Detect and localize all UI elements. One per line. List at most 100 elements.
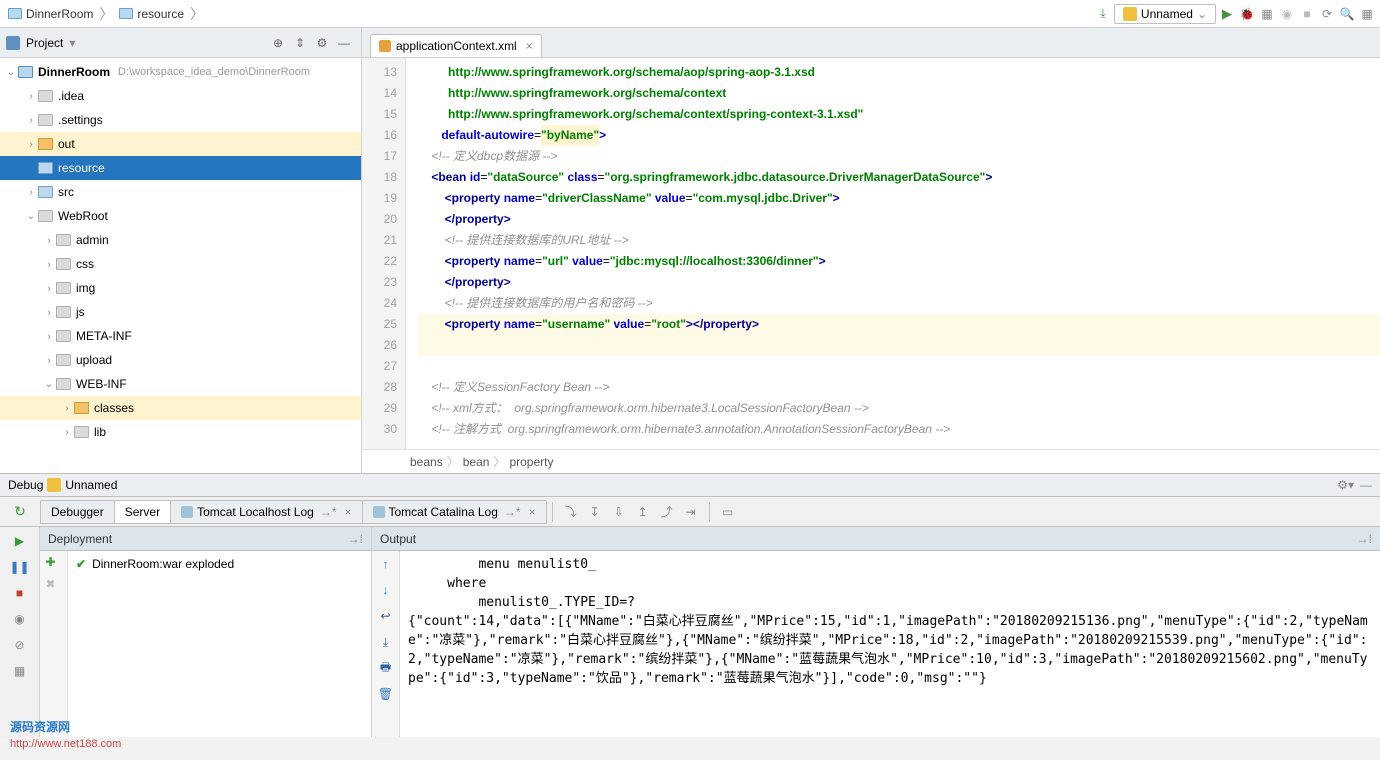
target-icon[interactable]: ⊕ [269, 34, 287, 52]
deployment-item[interactable]: ✔ DinnerRoom:war exploded [72, 555, 367, 573]
xml-file-icon [379, 40, 391, 52]
project-panel: Project ▾ ⊕ ⇕ ⚙ — ⌄ DinnerRoom D:\worksp… [0, 28, 362, 473]
editor-tabs: applicationContext.xml × [362, 28, 1380, 58]
resume-icon[interactable]: ▶ [10, 531, 30, 551]
scroll-down-icon[interactable]: ↓ [377, 581, 395, 599]
deployment-panel: Deployment →⁞ ✚ ✖ ✔ DinnerRoom:war explo… [40, 527, 372, 737]
evaluate-icon[interactable]: ▭ [718, 502, 738, 522]
check-icon: ✔ [76, 557, 86, 571]
undeploy-icon[interactable]: ✖ [46, 577, 62, 593]
tree-item[interactable]: ›js [0, 300, 361, 324]
step-out-icon[interactable]: ↥ [633, 502, 653, 522]
clear-icon[interactable]: 🗑 [377, 685, 395, 703]
tomcat-icon [1123, 7, 1137, 21]
debug-tab-row: ↻ Debugger Server Tomcat Localhost Log→*… [0, 497, 1380, 527]
deployment-tools: ✚ ✖ [40, 551, 68, 737]
step-into-icon[interactable]: ↧ [585, 502, 605, 522]
stop-icon[interactable]: ■ [1298, 5, 1316, 23]
project-icon [6, 36, 20, 50]
debug-header: Debug Unnamed ⚙▾ — [0, 473, 1380, 497]
project-panel-header: Project ▾ ⊕ ⇕ ⚙ — [0, 28, 361, 58]
console-output[interactable]: menu menulist0_ where menulist0_.TYPE_ID… [400, 551, 1380, 737]
pin-icon[interactable]: →⁞ [1357, 532, 1372, 546]
editor: applicationContext.xml × 131415161718192… [362, 28, 1380, 473]
tree-item[interactable]: ›lib [0, 420, 361, 444]
tree-item[interactable]: ›.idea [0, 84, 361, 108]
run-config-label: Unnamed [1141, 7, 1193, 21]
view-breakpoints-icon[interactable]: ◉ [10, 609, 30, 629]
tree-item[interactable]: ›css [0, 252, 361, 276]
editor-tab[interactable]: applicationContext.xml × [370, 34, 542, 57]
drop-frame-icon[interactable]: ⤴ [657, 502, 677, 522]
gutter: 131415161718192021222324252627282930 [362, 58, 406, 449]
profile-icon[interactable]: ◉ [1278, 5, 1296, 23]
log-icon [181, 506, 193, 518]
tab-debugger[interactable]: Debugger [40, 500, 115, 524]
step-over-icon[interactable]: ⤵ [561, 502, 581, 522]
tree-item[interactable]: ›out [0, 132, 361, 156]
pause-icon[interactable]: ❚❚ [10, 557, 30, 577]
gear-icon[interactable]: ⚙▾ [1337, 478, 1354, 492]
chevron-down-icon[interactable]: ▾ [69, 36, 75, 50]
run-icon[interactable]: ▶ [1218, 5, 1236, 23]
update-icon[interactable]: ⟳ [1318, 5, 1336, 23]
soft-wrap-icon[interactable]: ↩ [377, 607, 395, 625]
tree-item[interactable]: ›META-INF [0, 324, 361, 348]
collapse-icon[interactable]: ⇕ [291, 34, 309, 52]
project-tree[interactable]: ⌄ DinnerRoom D:\workspace_idea_demo\Dinn… [0, 58, 361, 473]
coverage-icon[interactable]: ▦ [1258, 5, 1276, 23]
tree-item[interactable]: ⌄WebRoot [0, 204, 361, 228]
print-icon[interactable]: 🖶 [377, 659, 395, 677]
breadcrumb-folder[interactable]: resource [115, 7, 188, 21]
code-editor[interactable]: 131415161718192021222324252627282930 htt… [362, 58, 1380, 449]
close-icon[interactable]: × [529, 505, 536, 519]
scroll-to-end-icon[interactable]: ⤓ [377, 633, 395, 651]
tree-item[interactable]: ›classes [0, 396, 361, 420]
hide-icon[interactable]: — [335, 34, 353, 52]
tree-root[interactable]: ⌄ DinnerRoom D:\workspace_idea_demo\Dinn… [0, 60, 361, 84]
output-panel: Output →⁞ ↑ ↓ ↩ ⤓ 🖶 🗑 menu menulist0_ wh… [372, 527, 1380, 737]
tab-catalina-log[interactable]: Tomcat Catalina Log→*× [362, 500, 547, 524]
editor-tab-label: applicationContext.xml [396, 39, 517, 53]
rerun-icon[interactable]: ↻ [0, 503, 40, 520]
chevron-right-icon: 〉 [97, 4, 115, 24]
tab-server[interactable]: Server [114, 500, 171, 524]
close-icon[interactable]: × [526, 39, 533, 53]
stop-icon[interactable]: ■ [10, 583, 30, 603]
output-header: Output →⁞ [372, 527, 1380, 551]
tomcat-icon [47, 478, 61, 492]
tab-localhost-log[interactable]: Tomcat Localhost Log→*× [170, 500, 362, 524]
pin-icon[interactable]: →⁞ [348, 532, 363, 546]
tree-item[interactable]: ›upload [0, 348, 361, 372]
tree-item[interactable]: resource [0, 156, 361, 180]
settings-icon[interactable]: ▦ [1358, 5, 1376, 23]
gear-icon[interactable]: ⚙ [313, 34, 331, 52]
debug-icon[interactable]: 🐞 [1238, 5, 1256, 23]
deploy-icon[interactable]: ✚ [46, 555, 62, 571]
log-icon [373, 506, 385, 518]
mute-breakpoints-icon[interactable]: ⊘ [10, 635, 30, 655]
search-icon[interactable]: 🔍 [1338, 5, 1356, 23]
tree-item[interactable]: ⌄WEB-INF [0, 372, 361, 396]
close-icon[interactable]: × [344, 505, 351, 519]
run-to-cursor-icon[interactable]: ⇥ [681, 502, 701, 522]
debug-title: Debug [8, 478, 43, 492]
deployment-header: Deployment →⁞ [40, 527, 371, 551]
breadcrumb-project[interactable]: DinnerRoom [4, 7, 97, 21]
structure-breadcrumb[interactable]: beans〉 bean〉 property [362, 449, 1380, 473]
force-step-into-icon[interactable]: ⇩ [609, 502, 629, 522]
build-icon[interactable]: ⤓ [1094, 5, 1112, 23]
layout-icon[interactable]: ▦ [10, 661, 30, 681]
tree-item[interactable]: ›admin [0, 228, 361, 252]
debug-config-name: Unnamed [65, 478, 117, 492]
tree-item[interactable]: ›img [0, 276, 361, 300]
hide-icon[interactable]: — [1360, 478, 1372, 492]
tree-item[interactable]: ›src [0, 180, 361, 204]
breadcrumb-bar: DinnerRoom 〉 resource 〉 ⤓ Unnamed ⌄ ▶ 🐞 … [0, 0, 1380, 28]
tree-item[interactable]: ›.settings [0, 108, 361, 132]
run-config-selector[interactable]: Unnamed ⌄ [1114, 4, 1216, 24]
scroll-up-icon[interactable]: ↑ [377, 555, 395, 573]
debug-sidebar: ▶ ❚❚ ■ ◉ ⊘ ▦ [0, 527, 40, 737]
chevron-right-icon: 〉 [188, 4, 206, 24]
project-panel-title: Project [26, 36, 63, 50]
